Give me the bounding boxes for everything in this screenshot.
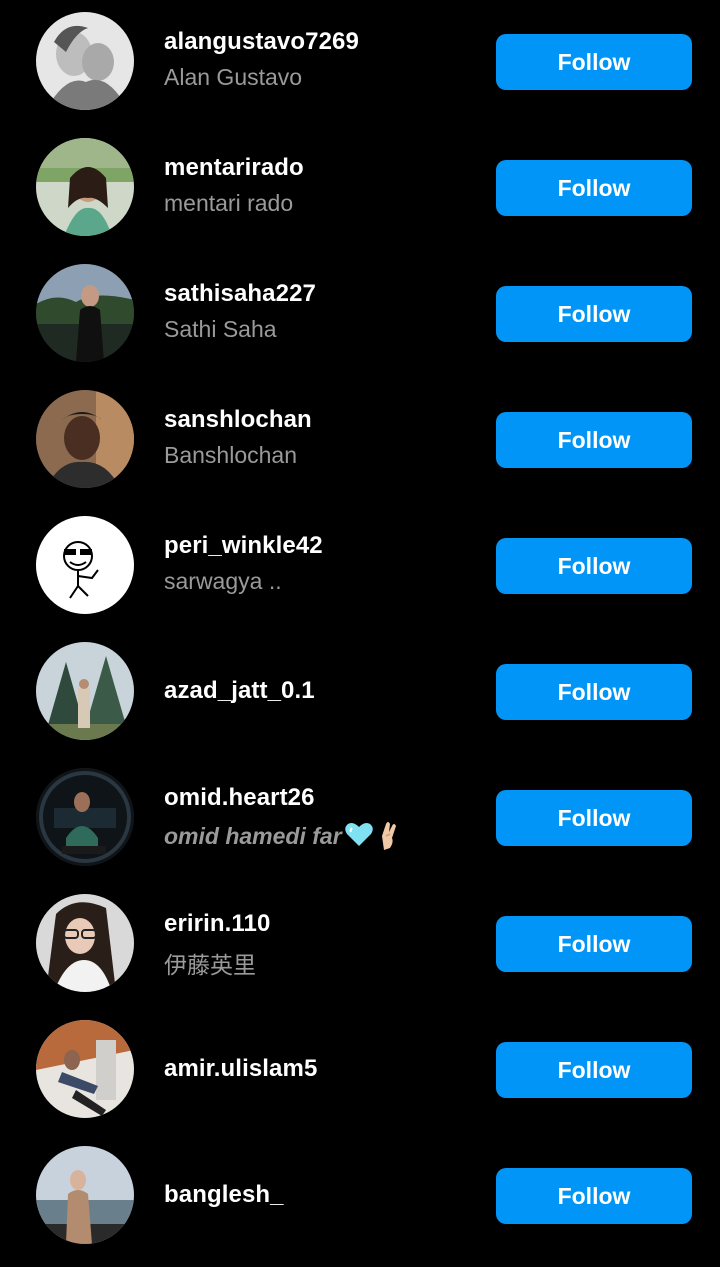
full-name: Banshlochan: [164, 442, 297, 468]
follow-button[interactable]: Follow: [496, 34, 692, 90]
full-name: sarwagya ..: [164, 568, 282, 594]
list-item[interactable]: mentarirado mentari rado Follow: [0, 126, 720, 252]
full-name: mentari rado: [164, 190, 294, 216]
username[interactable]: peri_winkle42: [164, 532, 323, 560]
avatar[interactable]: [36, 768, 134, 866]
username[interactable]: banglesh_: [164, 1181, 284, 1209]
list-item[interactable]: amir.ulislam5 Follow: [0, 1008, 720, 1134]
follow-button[interactable]: Follow: [496, 286, 692, 342]
username[interactable]: alangustavo7269: [164, 28, 359, 56]
list-item[interactable]: sathisaha227 Sathi Saha Follow: [0, 252, 720, 378]
avatar[interactable]: [36, 12, 134, 110]
list-item[interactable]: eririn.110 伊藤英里 Follow: [0, 882, 720, 1008]
follow-button[interactable]: Follow: [496, 412, 692, 468]
list-item[interactable]: sanshlochan Banshlochan Follow: [0, 378, 720, 504]
username[interactable]: eririn.110: [164, 910, 270, 938]
full-name: 伊藤英里: [164, 952, 256, 978]
full-name: Sathi Saha: [164, 316, 277, 342]
avatar[interactable]: [36, 390, 134, 488]
list-item[interactable]: omid.heart26 omid hamedi far Follow: [0, 756, 720, 882]
avatar[interactable]: [36, 894, 134, 992]
username[interactable]: azad_jatt_0.1: [164, 677, 315, 705]
blue-heart-icon: [344, 822, 374, 854]
list-item[interactable]: banglesh_ Follow: [0, 1134, 720, 1260]
username[interactable]: mentarirado: [164, 154, 304, 182]
full-name: omid hamedi far: [164, 820, 400, 856]
avatar[interactable]: [36, 642, 134, 740]
follow-button[interactable]: Follow: [496, 1042, 692, 1098]
avatar[interactable]: [36, 1020, 134, 1118]
follow-button[interactable]: Follow: [496, 160, 692, 216]
username[interactable]: omid.heart26: [164, 784, 315, 812]
avatar[interactable]: [36, 516, 134, 614]
list-item[interactable]: azad_jatt_0.1 Follow: [0, 630, 720, 756]
full-name: Alan Gustavo: [164, 64, 303, 90]
avatar[interactable]: [36, 1146, 134, 1244]
list-item[interactable]: alangustavo7269 Alan Gustavo Follow: [0, 0, 720, 126]
username[interactable]: sanshlochan: [164, 406, 312, 434]
follow-button[interactable]: Follow: [496, 916, 692, 972]
follow-button[interactable]: Follow: [496, 1168, 692, 1224]
follow-button[interactable]: Follow: [496, 790, 692, 846]
avatar[interactable]: [36, 264, 134, 362]
username[interactable]: sathisaha227: [164, 280, 316, 308]
avatar[interactable]: [36, 138, 134, 236]
list-item[interactable]: peri_winkle42 sarwagya .. Follow: [0, 504, 720, 630]
full-name-text: omid hamedi far: [164, 823, 342, 850]
follow-button[interactable]: Follow: [496, 664, 692, 720]
crossed-fingers-icon: [376, 820, 400, 856]
username[interactable]: amir.ulislam5: [164, 1055, 317, 1083]
follow-button[interactable]: Follow: [496, 538, 692, 594]
